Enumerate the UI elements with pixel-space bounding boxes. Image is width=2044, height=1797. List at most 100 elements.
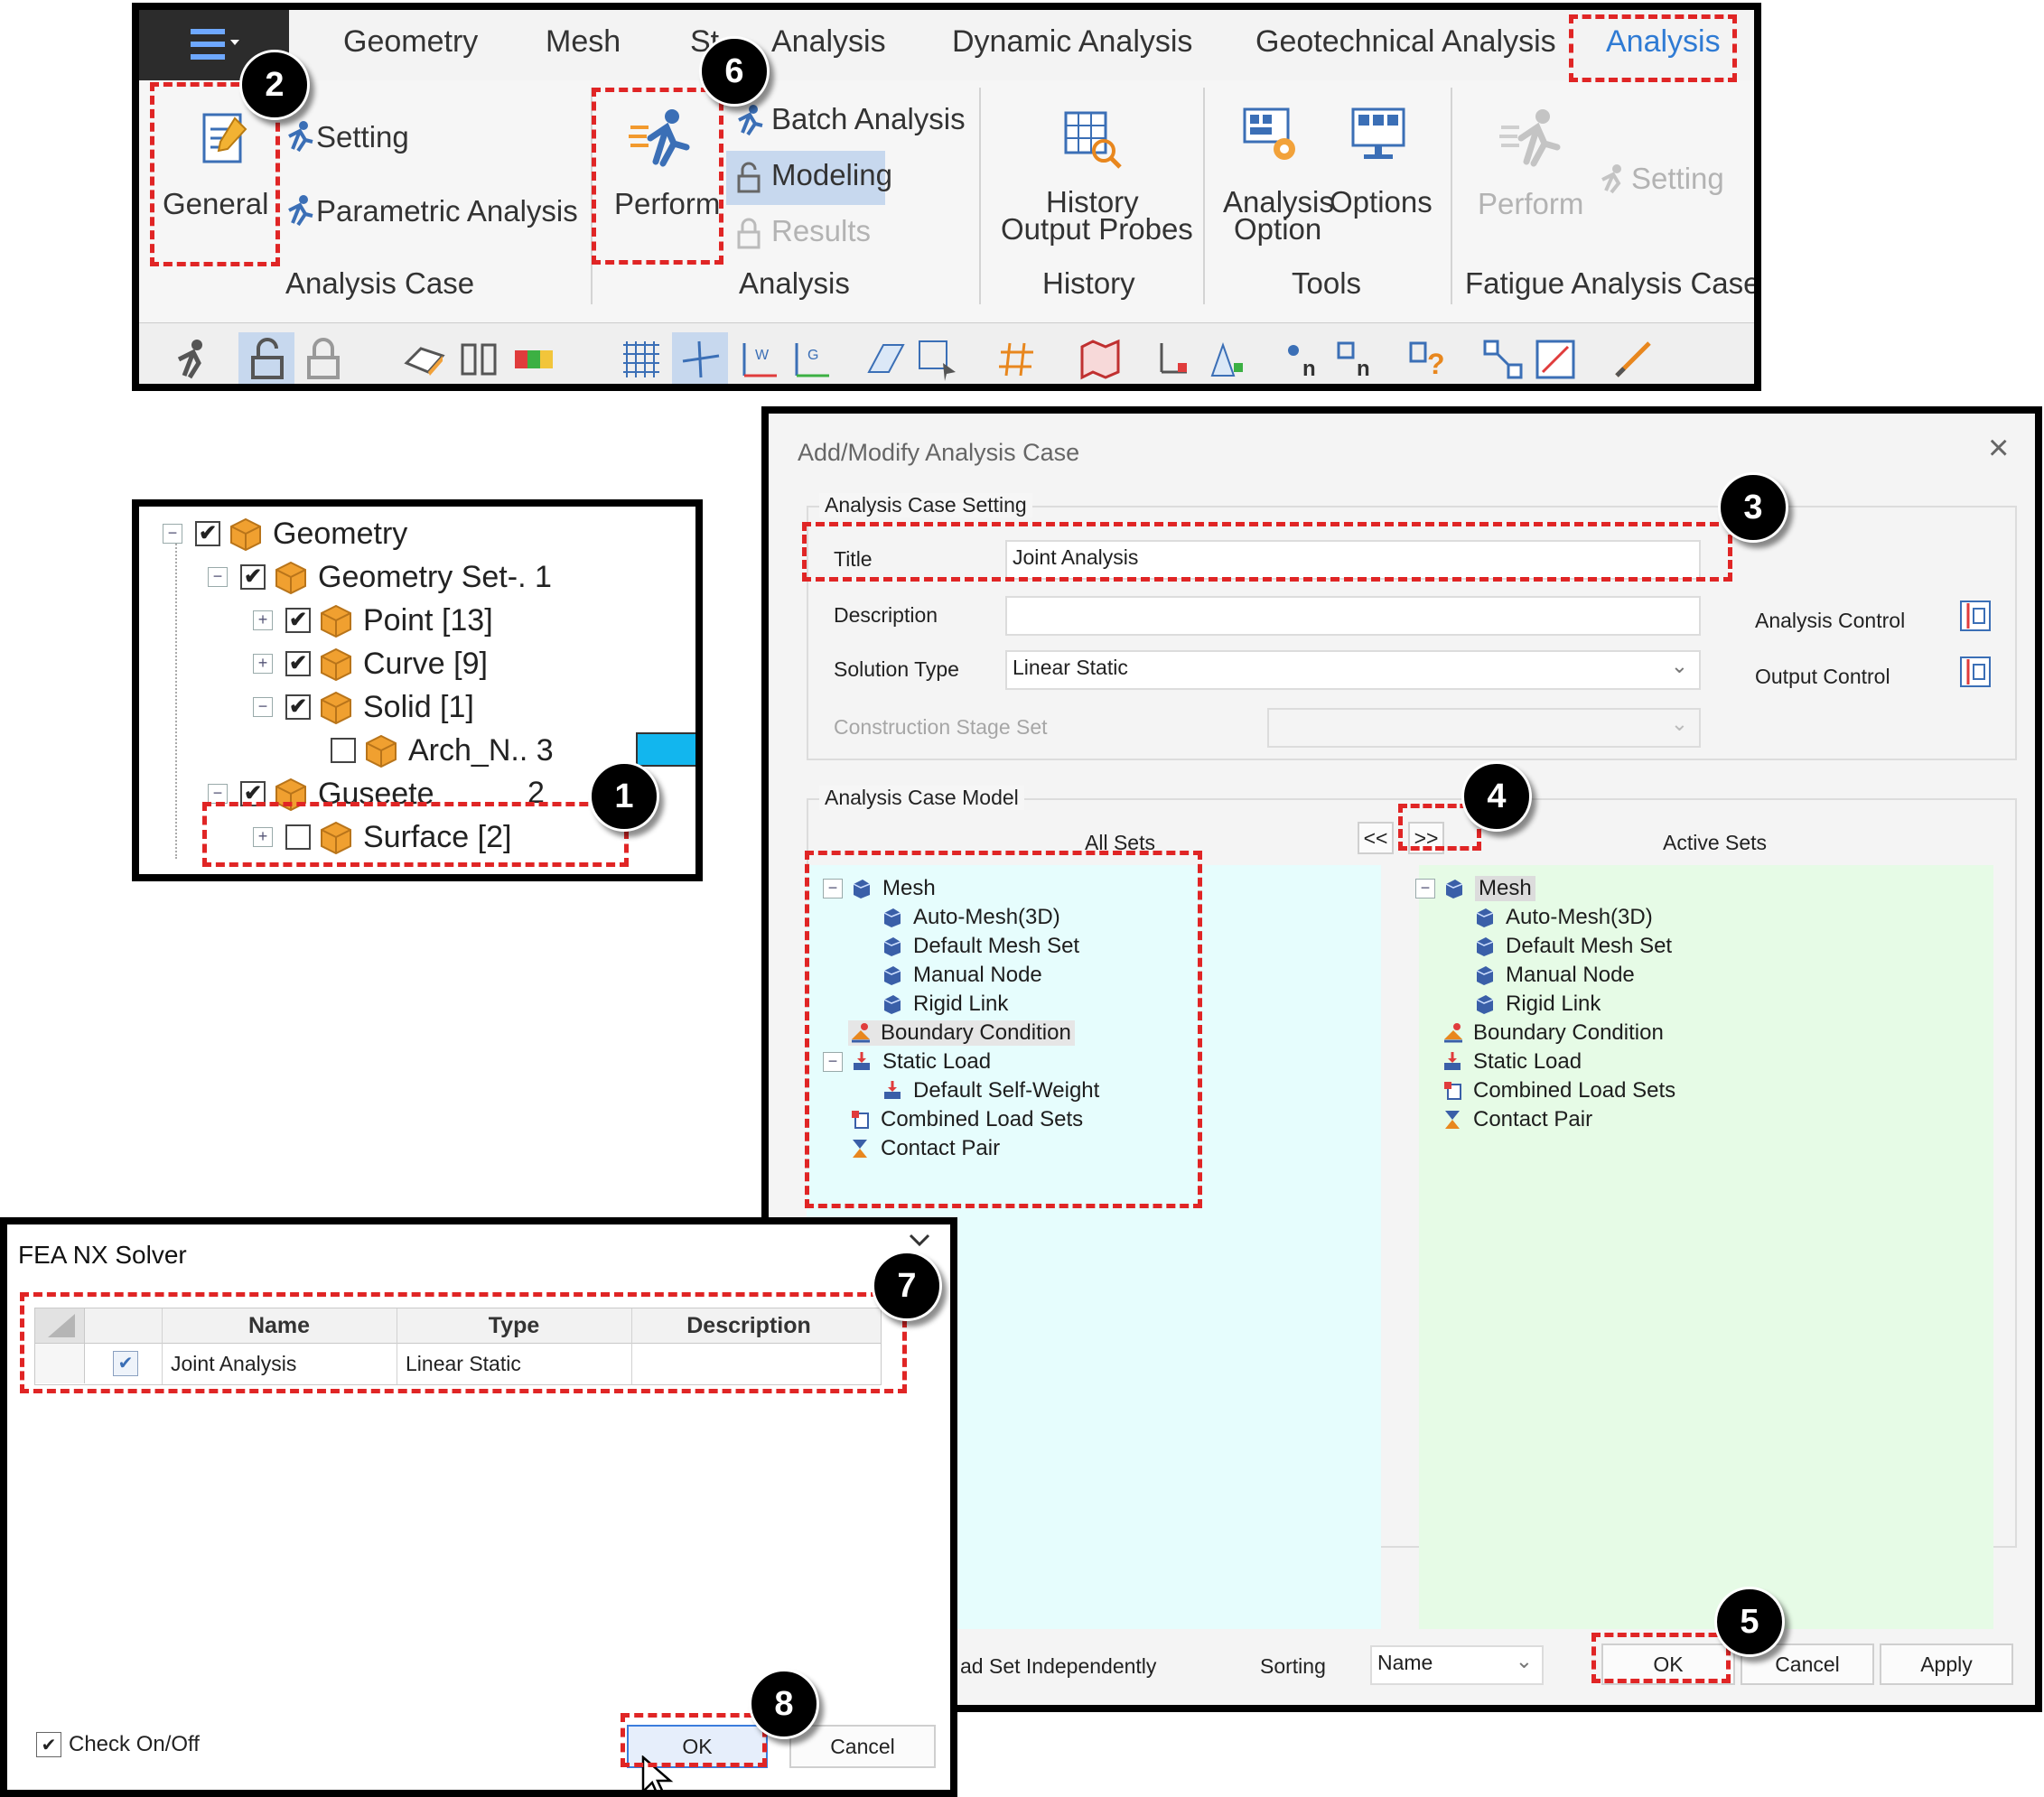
map-icon[interactable] — [1077, 336, 1124, 383]
all-item-static-load[interactable]: − Static Load — [823, 1049, 991, 1075]
results-button[interactable]: Results — [771, 214, 871, 248]
query-icon[interactable]: ? — [1405, 336, 1452, 383]
all-item-mesh[interactable]: − Mesh — [823, 876, 936, 901]
active-item-boundary-condition[interactable]: Boundary Condition — [1441, 1020, 1664, 1046]
global-axis-icon[interactable]: G — [788, 336, 835, 383]
mirror-icon[interactable] — [455, 336, 502, 383]
tab-analysis[interactable]: Analysis — [1606, 24, 1721, 60]
link-icon[interactable] — [1532, 336, 1579, 383]
column-header-name[interactable]: Name — [162, 1313, 397, 1339]
tree-row-arch[interactable]: Arch_N.. 3 — [331, 732, 554, 768]
row-name-cell[interactable]: Joint Analysis — [171, 1352, 296, 1376]
lock-icon[interactable] — [300, 336, 347, 383]
axis-icon[interactable] — [677, 336, 724, 383]
title-input[interactable]: Joint Analysis — [1005, 540, 1701, 580]
parametric-analysis-button[interactable]: Parametric Analysis — [316, 194, 578, 228]
run-icon[interactable] — [166, 336, 213, 383]
output-control-icon[interactable] — [1957, 654, 1993, 690]
active-item-combined-load-sets[interactable]: Combined Load Sets — [1441, 1078, 1675, 1103]
select-all-corner[interactable] — [35, 1308, 85, 1343]
tree-row-geometry-set[interactable]: − ✔ Geometry Set-. 1 — [208, 559, 552, 595]
tree-checkbox[interactable] — [331, 738, 356, 763]
tab-dynamic-analysis[interactable]: Dynamic Analysis — [952, 24, 1192, 60]
row-checkbox[interactable]: ✔ — [113, 1351, 138, 1376]
tree-checkbox[interactable]: ✔ — [195, 521, 220, 546]
tree-row-solid[interactable]: − ✔ Solid [1] — [253, 689, 474, 725]
construction-stage-select[interactable]: ⌄ — [1267, 708, 1701, 748]
move-right-button[interactable]: >> — [1408, 822, 1444, 854]
tree-checkbox[interactable]: ✔ — [240, 781, 266, 806]
check-onoff-checkbox[interactable]: ✔ — [36, 1732, 61, 1757]
row-type-cell[interactable]: Linear Static — [406, 1352, 521, 1376]
collapse-icon[interactable]: − — [823, 879, 843, 898]
close-icon[interactable]: × — [1988, 428, 2009, 469]
collapse-icon[interactable]: − — [163, 524, 182, 544]
analysis-control-icon[interactable] — [1957, 598, 1993, 634]
plane-grid-icon[interactable] — [862, 336, 909, 383]
general-button[interactable]: General — [163, 187, 268, 221]
element-number-icon[interactable]: n — [1333, 336, 1380, 383]
column-header-type[interactable]: Type — [397, 1313, 631, 1339]
all-item-default-self-weight[interactable]: Default Self-Weight — [881, 1078, 1099, 1103]
tab-static-analysis[interactable]: Analysis — [771, 24, 886, 60]
modeling-button[interactable]: Modeling — [771, 158, 892, 192]
all-item-contact-pair[interactable]: Contact Pair — [848, 1136, 1000, 1161]
eraser-icon[interactable] — [401, 336, 448, 383]
active-item-default-mesh-set[interactable]: Default Mesh Set — [1473, 934, 1672, 959]
snap-grid-icon[interactable] — [914, 336, 961, 383]
check-onoff[interactable]: ✔ Check On/Off — [36, 1732, 200, 1757]
sorting-select[interactable]: Name ⌄ — [1370, 1645, 1544, 1685]
active-item-rigid-link[interactable]: Rigid Link — [1473, 992, 1601, 1017]
tree-row-guseete[interactable]: − ✔ Guseete — [208, 776, 434, 812]
element-select-icon[interactable] — [1203, 336, 1250, 383]
all-item-boundary-condition[interactable]: Boundary Condition — [848, 1020, 1075, 1046]
expand-icon[interactable]: + — [253, 827, 273, 847]
description-input[interactable] — [1005, 596, 1701, 636]
solver-cancel-button[interactable]: Cancel — [789, 1725, 936, 1768]
color-bar-icon[interactable] — [511, 336, 558, 383]
move-left-button[interactable]: << — [1358, 822, 1394, 854]
collapse-icon[interactable]: − — [253, 697, 273, 717]
analysis-option-line2[interactable]: Option — [1234, 214, 1321, 244]
tree-row-surface[interactable]: + Surface [2] — [253, 819, 511, 855]
tree-checkbox[interactable]: ✔ — [285, 608, 311, 633]
active-item-contact-pair[interactable]: Contact Pair — [1441, 1107, 1592, 1132]
solution-type-select[interactable]: Linear Static ⌄ — [1005, 650, 1701, 690]
setting-button[interactable]: Setting — [316, 120, 409, 154]
collapse-icon[interactable]: − — [1415, 879, 1435, 898]
measure-icon[interactable] — [1610, 336, 1657, 383]
tree-checkbox[interactable] — [285, 824, 311, 850]
connection-icon[interactable] — [1479, 336, 1526, 383]
row-header[interactable] — [35, 1344, 85, 1383]
batch-analysis-button[interactable]: Batch Analysis — [771, 102, 966, 136]
grid-icon[interactable] — [618, 336, 665, 383]
active-item-static-load[interactable]: Static Load — [1441, 1049, 1582, 1075]
tree-row-geometry[interactable]: − ✔ Geometry — [163, 516, 407, 552]
tree-row-curve[interactable]: + ✔ Curve [9] — [253, 646, 488, 682]
tab-geometry[interactable]: Geometry — [343, 24, 478, 60]
fatigue-setting-button[interactable]: Setting — [1631, 162, 1724, 196]
expand-icon[interactable]: + — [253, 610, 273, 630]
active-item-auto-mesh[interactable]: Auto-Mesh(3D) — [1473, 905, 1653, 930]
perform-button[interactable]: Perform — [614, 187, 720, 221]
tree-checkbox[interactable]: ✔ — [240, 564, 266, 590]
history-output-probes-line2[interactable]: Output Probes — [1001, 214, 1193, 244]
collapse-icon[interactable]: − — [823, 1052, 843, 1072]
tree-checkbox[interactable]: ✔ — [285, 651, 311, 676]
all-item-combined-load-sets[interactable]: Combined Load Sets — [848, 1107, 1083, 1132]
all-item-rigid-link[interactable]: Rigid Link — [881, 992, 1008, 1017]
expand-icon[interactable]: + — [253, 654, 273, 674]
collapse-icon[interactable]: − — [208, 567, 228, 587]
apply-button[interactable]: Apply — [1880, 1643, 2013, 1685]
tree-checkbox[interactable]: ✔ — [285, 694, 311, 720]
hash-icon[interactable] — [994, 336, 1041, 383]
all-item-default-mesh-set[interactable]: Default Mesh Set — [881, 934, 1079, 959]
node-number-icon[interactable]: n — [1281, 336, 1328, 383]
tab-mesh[interactable]: Mesh — [546, 24, 621, 60]
tree-row-point[interactable]: + ✔ Point [13] — [253, 602, 493, 638]
column-header-description[interactable]: Description — [631, 1313, 866, 1339]
tab-geotechnical-analysis[interactable]: Geotechnical Analysis — [1255, 24, 1556, 60]
options-button[interactable]: Options — [1330, 187, 1433, 217]
collapse-icon[interactable]: − — [208, 784, 228, 804]
ok-button[interactable]: OK — [1601, 1643, 1735, 1685]
